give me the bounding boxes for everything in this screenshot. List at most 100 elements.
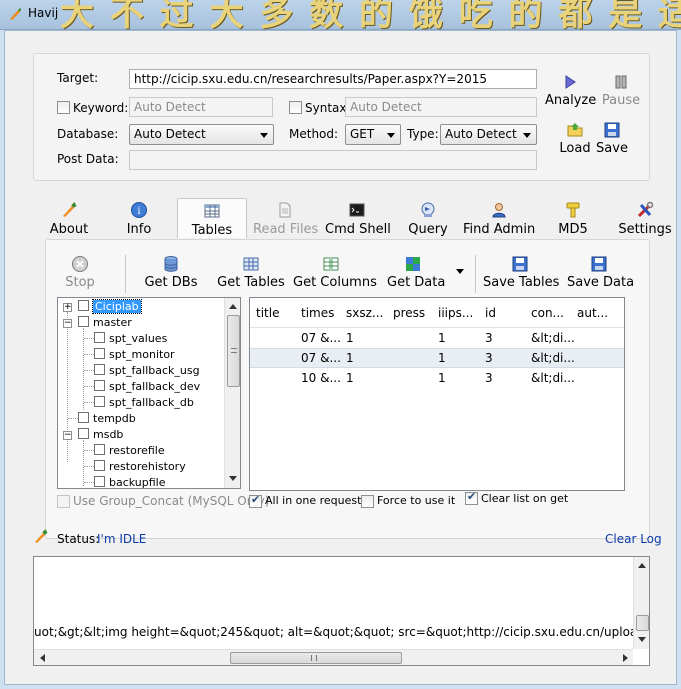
tree-node-table[interactable]: restorefile (94, 444, 165, 457)
collapse-icon[interactable]: − (63, 431, 72, 440)
scroll-down-icon[interactable] (229, 476, 237, 481)
tree-node-checkbox[interactable] (78, 428, 89, 439)
keyword-checkbox[interactable] (57, 101, 70, 114)
save-button[interactable]: Save (595, 121, 629, 156)
column-header[interactable]: title (256, 306, 279, 320)
scroll-left-icon[interactable] (40, 654, 45, 662)
tab-query-label: Query (408, 222, 448, 237)
data-grid[interactable]: title times sxsz... press iiips... id co… (249, 297, 625, 491)
tab-query[interactable]: Query (405, 201, 451, 237)
scrollbar-thumb[interactable] (230, 652, 402, 664)
scroll-right-icon[interactable] (623, 654, 628, 662)
pause-button[interactable]: Pause (597, 73, 645, 108)
get-data-dropdown-arrow[interactable] (456, 269, 464, 274)
syntax-checkbox[interactable] (289, 101, 302, 114)
data-icon (406, 257, 420, 271)
scroll-up-icon[interactable] (229, 304, 237, 309)
get-dbs-button[interactable]: Get DBs (143, 255, 199, 290)
table-row[interactable]: 07 &... 1 1 3 &lt;di... (250, 348, 624, 368)
tree-node-checkbox[interactable] (94, 332, 105, 343)
column-header[interactable]: id (485, 306, 496, 320)
tab-tables[interactable]: Tables (177, 198, 247, 238)
tree-node-label: spt_fallback_dev (109, 380, 201, 393)
collapse-icon[interactable]: − (63, 319, 72, 328)
tab-find-admin[interactable]: Find Admin (463, 201, 535, 237)
analyze-button[interactable]: Analyze (545, 73, 596, 108)
group-concat-checkbox[interactable] (57, 495, 70, 508)
stop-label: Stop (65, 275, 95, 290)
stop-button[interactable]: Stop (59, 255, 101, 290)
database-tree[interactable]: + Ciciplab − master spt_values spt_monit… (57, 297, 241, 489)
column-header[interactable]: press (393, 306, 425, 320)
log-vertical-scrollbar[interactable] (633, 557, 649, 649)
column-header[interactable]: times (301, 306, 334, 320)
tab-md5[interactable]: MD5 (553, 201, 593, 237)
tree-node-checkbox[interactable] (94, 476, 105, 487)
tab-about[interactable]: About (45, 201, 93, 237)
post-data-input[interactable] (129, 150, 537, 170)
tree-node-db[interactable]: master (78, 316, 132, 329)
save-data-button[interactable]: Save Data (567, 255, 634, 290)
tree-node-checkbox[interactable] (78, 316, 89, 327)
column-header[interactable]: sxsz... (346, 306, 383, 320)
tree-node-table[interactable]: spt_fallback_db (94, 396, 194, 409)
table-row[interactable]: 10 &... 1 1 3 &lt;di... (250, 368, 624, 388)
load-button[interactable]: Load (553, 121, 597, 156)
column-header[interactable]: con... (531, 306, 564, 320)
tab-read-files[interactable]: Read Files (253, 201, 318, 237)
tab-cmd-shell[interactable]: Cmd Shell (325, 201, 391, 237)
grid-cell: 1 (438, 371, 446, 385)
clear-log-link[interactable]: Clear Log (605, 532, 662, 546)
clear-list-checkbox[interactable] (465, 490, 478, 505)
get-tables-button[interactable]: Get Tables (217, 255, 285, 290)
tree-node-table[interactable]: spt_fallback_usg (94, 364, 200, 377)
tab-settings[interactable]: Settings (617, 201, 673, 237)
column-header[interactable]: aut... (577, 306, 608, 320)
scroll-up-icon[interactable] (638, 563, 646, 568)
tree-node-table[interactable]: spt_fallback_dev (94, 380, 200, 393)
type-select[interactable]: Auto Detect (440, 124, 537, 145)
tree-node-checkbox[interactable] (94, 380, 105, 391)
tree-node-checkbox[interactable] (78, 412, 89, 423)
force-checkbox[interactable] (361, 495, 374, 508)
tree-node-checkbox[interactable] (94, 444, 105, 455)
get-columns-button[interactable]: Get Columns (293, 255, 377, 290)
table-row[interactable]: 07 &... 1 1 3 &lt;di... (250, 328, 624, 348)
syntax-input[interactable]: Auto Detect (345, 97, 537, 117)
scrollbar-thumb[interactable] (636, 615, 649, 631)
title-bar: Havij 大 不 过 大 多 数 的 饿 吃 的 都 是 适 (0, 0, 681, 34)
tree-node-db[interactable]: msdb (78, 428, 123, 441)
tree-node-db[interactable]: tempdb (78, 412, 136, 425)
log-output[interactable]: uot;&gt;&lt;img height=&quot;245&quot; a… (33, 556, 650, 666)
tree-node-checkbox[interactable] (78, 300, 89, 311)
tab-info[interactable]: i Info (119, 201, 159, 237)
tree-node-db[interactable]: Ciciplab (78, 299, 142, 314)
tree-node-table[interactable]: restorehistory (94, 460, 186, 473)
tree-node-table[interactable]: spt_values (94, 332, 167, 345)
tree-node-table[interactable]: backupfile (94, 476, 166, 488)
save-tables-button[interactable]: Save Tables (483, 255, 559, 290)
database-select[interactable]: Auto Detect (129, 124, 274, 145)
log-horizontal-scrollbar[interactable] (34, 649, 633, 665)
tree-scrollbar[interactable] (224, 298, 240, 488)
tree-node-table[interactable]: spt_monitor (94, 348, 175, 361)
scroll-down-icon[interactable] (638, 637, 646, 642)
tree-guide-line (84, 466, 94, 467)
get-columns-label: Get Columns (293, 275, 377, 290)
tree-node-checkbox[interactable] (94, 364, 105, 375)
grid-cell: 1 (438, 331, 446, 345)
scrollbar-thumb[interactable] (227, 315, 240, 387)
all-in-one-checkbox[interactable] (249, 493, 262, 508)
grid-cell: &lt;di... (531, 331, 575, 345)
target-url-input[interactable]: http://cicip.sxu.edu.cn/researchresults/… (129, 69, 537, 89)
tree-node-checkbox[interactable] (94, 396, 105, 407)
get-data-button[interactable]: Get Data (387, 255, 445, 290)
expand-icon[interactable]: + (63, 303, 72, 312)
method-select[interactable]: GET (345, 124, 401, 145)
database-select-value: Auto Detect (134, 127, 206, 141)
chevron-down-icon (523, 133, 531, 138)
tree-node-checkbox[interactable] (94, 348, 105, 359)
keyword-input[interactable]: Auto Detect (129, 97, 273, 117)
column-header[interactable]: iiips... (438, 306, 473, 320)
tree-node-checkbox[interactable] (94, 460, 105, 471)
